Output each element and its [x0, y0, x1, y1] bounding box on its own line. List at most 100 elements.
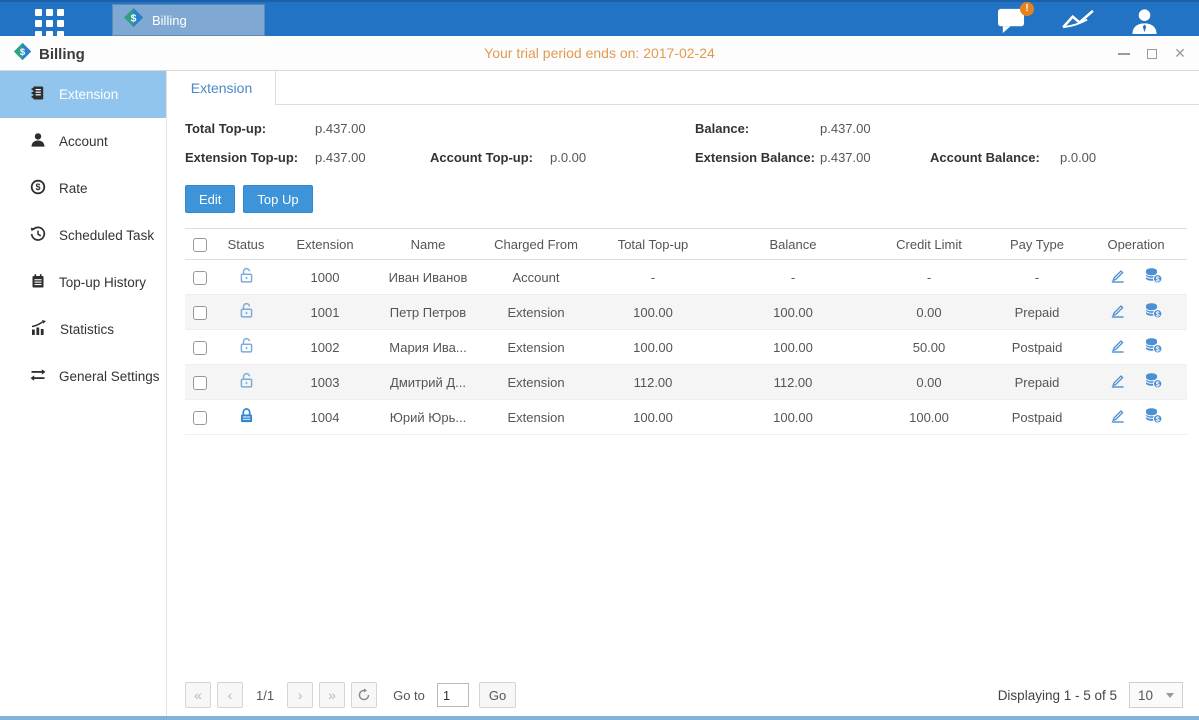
charged-from-cell: Account: [483, 260, 589, 295]
top-up-coins-icon[interactable]: $: [1144, 337, 1163, 357]
top-up-button[interactable]: Top Up: [243, 185, 312, 213]
edit-pencil-icon[interactable]: [1109, 372, 1126, 392]
top-up-coins-icon[interactable]: $: [1144, 267, 1163, 287]
sidebar-item-label: Extension: [59, 87, 118, 102]
sidebar-item-account[interactable]: Account: [0, 118, 166, 165]
table-row: 1004 Юрий Юрь... Extension 100.00 100.00…: [185, 400, 1187, 435]
credit-limit-cell: 0.00: [869, 295, 989, 330]
goto-page-input[interactable]: [437, 683, 469, 707]
sidebar-item-label: Rate: [59, 181, 88, 196]
minimize-button[interactable]: [1117, 47, 1131, 61]
dollar-circle-icon: $: [30, 179, 46, 198]
trial-notice: Your trial period ends on: 2017-02-24: [0, 45, 1199, 61]
credit-limit-cell: 50.00: [869, 330, 989, 365]
sidebar-item-scheduled-task[interactable]: Scheduled Task: [0, 212, 166, 259]
svg-text:$: $: [1156, 416, 1160, 423]
edit-button[interactable]: Edit: [185, 185, 235, 213]
sidebar: Extension Account $ Rate Scheduled T: [0, 71, 167, 716]
user-icon[interactable]: [1130, 7, 1159, 34]
bar-chart-icon: [30, 320, 47, 339]
extension-topup-value: p.437.00: [315, 150, 430, 165]
edit-pencil-icon[interactable]: [1109, 407, 1126, 427]
sidebar-item-general-settings[interactable]: General Settings: [0, 353, 166, 400]
first-page-button[interactable]: «: [185, 682, 211, 708]
account-topup-label: Account Top-up:: [430, 150, 550, 165]
balance-value: p.437.00: [820, 121, 930, 136]
prev-page-button[interactable]: ‹: [217, 682, 243, 708]
balance-cell: 100.00: [717, 295, 869, 330]
clock-history-icon: [30, 226, 46, 245]
row-checkbox[interactable]: [193, 411, 207, 425]
header-name: Name: [373, 229, 483, 260]
close-button[interactable]: ✕: [1173, 47, 1187, 61]
page-size-select[interactable]: 10: [1129, 682, 1183, 708]
pay-type-cell: -: [989, 260, 1085, 295]
transfer-arrows-icon: [30, 367, 46, 386]
header-total-topup: Total Top-up: [589, 229, 717, 260]
account-balance-label: Account Balance:: [930, 150, 1060, 165]
extension-cell: 1004: [277, 400, 373, 435]
status-lock-icon: [238, 377, 255, 392]
credit-limit-cell: 0.00: [869, 365, 989, 400]
row-checkbox[interactable]: [193, 376, 207, 390]
charged-from-cell: Extension: [483, 295, 589, 330]
balance-cell: 100.00: [717, 400, 869, 435]
notification-badge: !: [1020, 2, 1034, 16]
svg-text:$: $: [1156, 276, 1160, 283]
app-grid-icon[interactable]: [35, 9, 64, 38]
maximize-button[interactable]: [1145, 47, 1159, 61]
table-row: 1002 Мария Ива... Extension 100.00 100.0…: [185, 330, 1187, 365]
top-up-coins-icon[interactable]: $: [1144, 302, 1163, 322]
window-bottom-border: [0, 716, 1199, 720]
goto-label: Go to: [393, 688, 425, 703]
tab-extension[interactable]: Extension: [168, 71, 276, 105]
chevron-down-icon: [1166, 693, 1174, 698]
pay-type-cell: Prepaid: [989, 365, 1085, 400]
extension-balance-value: p.437.00: [820, 150, 930, 165]
svg-text:$: $: [35, 182, 40, 192]
edit-pencil-icon[interactable]: [1109, 302, 1126, 322]
taskbar-tab-billing[interactable]: $ Billing: [112, 4, 265, 36]
balance-label: Balance:: [695, 121, 820, 136]
top-up-coins-icon[interactable]: $: [1144, 372, 1163, 392]
total-topup-cell: -: [589, 260, 717, 295]
person-icon: [30, 132, 46, 151]
table-row: 1000 Иван Иванов Account - - - -: [185, 260, 1187, 295]
total-topup-cell: 112.00: [589, 365, 717, 400]
name-cell: Иван Иванов: [373, 260, 483, 295]
page-indicator: 1/1: [256, 688, 274, 703]
row-checkbox[interactable]: [193, 306, 207, 320]
extension-cell: 1002: [277, 330, 373, 365]
name-cell: Юрий Юрь...: [373, 400, 483, 435]
header-status: Status: [215, 229, 277, 260]
select-all-checkbox[interactable]: [193, 238, 207, 252]
go-button[interactable]: Go: [479, 682, 516, 708]
window-title-bar: $ Billing Your trial period ends on: 201…: [0, 36, 1199, 71]
credit-limit-cell: -: [869, 260, 989, 295]
sidebar-item-statistics[interactable]: Statistics: [0, 306, 166, 353]
row-checkbox[interactable]: [193, 271, 207, 285]
last-page-button[interactable]: »: [319, 682, 345, 708]
edit-pencil-icon[interactable]: [1109, 267, 1126, 287]
balance-cell: -: [717, 260, 869, 295]
extension-ledger-icon: [30, 85, 46, 104]
row-checkbox[interactable]: [193, 341, 207, 355]
sidebar-item-extension[interactable]: Extension: [0, 71, 166, 118]
sidebar-item-topup-history[interactable]: Top-up History: [0, 259, 166, 306]
account-topup-value: p.0.00: [550, 150, 695, 165]
edit-pencil-icon[interactable]: [1109, 337, 1126, 357]
refresh-button[interactable]: [351, 682, 377, 708]
pagination-bar: « ‹ 1/1 › » Go to Go: [185, 682, 516, 708]
sidebar-item-rate[interactable]: $ Rate: [0, 165, 166, 212]
statistics-chart-icon[interactable]: [1061, 8, 1096, 33]
top-up-coins-icon[interactable]: $: [1144, 407, 1163, 427]
next-page-button[interactable]: ›: [287, 682, 313, 708]
charged-from-cell: Extension: [483, 365, 589, 400]
balance-cell: 100.00: [717, 330, 869, 365]
messages-icon[interactable]: !: [996, 7, 1027, 34]
header-extension: Extension: [277, 229, 373, 260]
pay-type-cell: Postpaid: [989, 330, 1085, 365]
status-lock-icon: [238, 272, 255, 287]
extension-cell: 1003: [277, 365, 373, 400]
status-lock-icon: [238, 342, 255, 357]
